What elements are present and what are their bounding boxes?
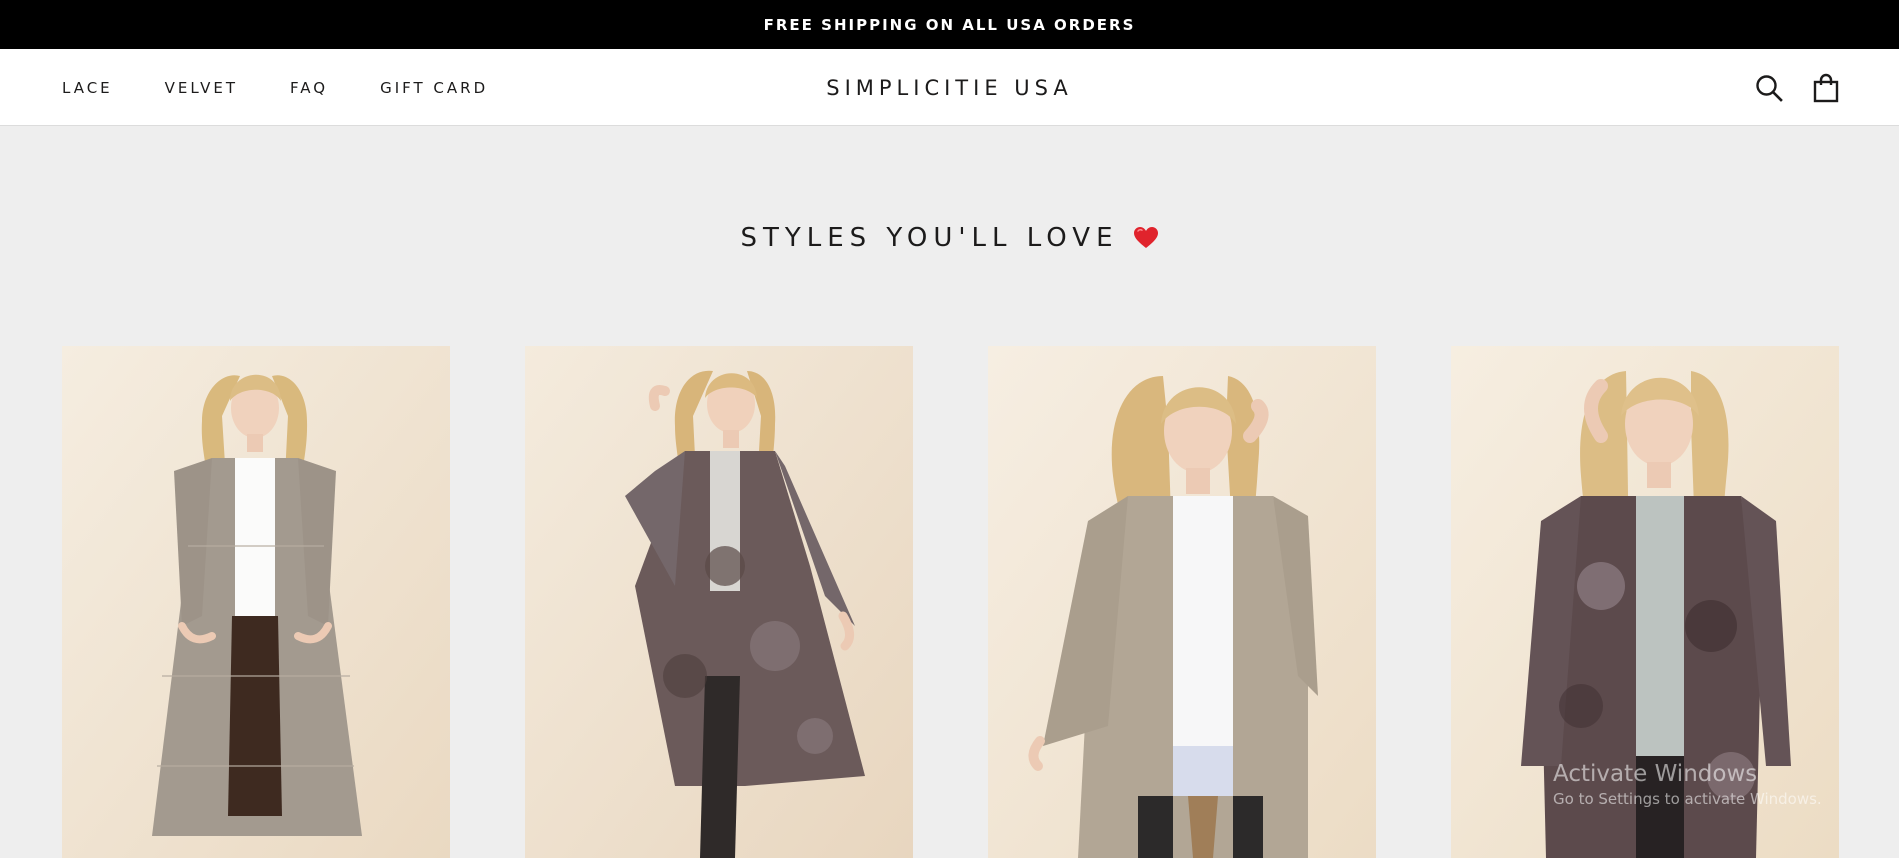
- main-nav: LACE VELVET FAQ GIFT CARD: [62, 49, 488, 126]
- product-card[interactable]: [525, 346, 913, 858]
- cart-button[interactable]: [1811, 73, 1841, 103]
- nav-item-gift-card[interactable]: GIFT CARD: [380, 79, 488, 97]
- announcement-text: FREE SHIPPING ON ALL USA ORDERS: [763, 15, 1136, 34]
- product-card[interactable]: [62, 346, 450, 858]
- product-image: [525, 346, 913, 858]
- nav-item-lace[interactable]: LACE: [62, 79, 113, 97]
- search-icon: [1756, 75, 1783, 102]
- nav-item-velvet[interactable]: VELVET: [165, 79, 238, 97]
- heart-icon: [1133, 227, 1158, 248]
- product-card[interactable]: [988, 346, 1376, 858]
- product-image: [62, 346, 450, 858]
- nav-item-faq[interactable]: FAQ: [290, 79, 328, 97]
- section-title-text: STYLES YOU'LL LOVE: [740, 223, 1119, 253]
- product-image: [1451, 346, 1839, 858]
- shopping-bag-icon: [1813, 73, 1839, 103]
- site-header: LACE VELVET FAQ GIFT CARD SIMPLICITIE US…: [0, 49, 1899, 126]
- product-card[interactable]: [1451, 346, 1839, 858]
- search-button[interactable]: [1754, 73, 1784, 103]
- product-image: [988, 346, 1376, 858]
- announcement-bar: FREE SHIPPING ON ALL USA ORDERS: [0, 0, 1899, 49]
- site-logo[interactable]: SIMPLICITIE USA: [826, 76, 1072, 100]
- section-title: STYLES YOU'LL LOVE: [0, 216, 1899, 260]
